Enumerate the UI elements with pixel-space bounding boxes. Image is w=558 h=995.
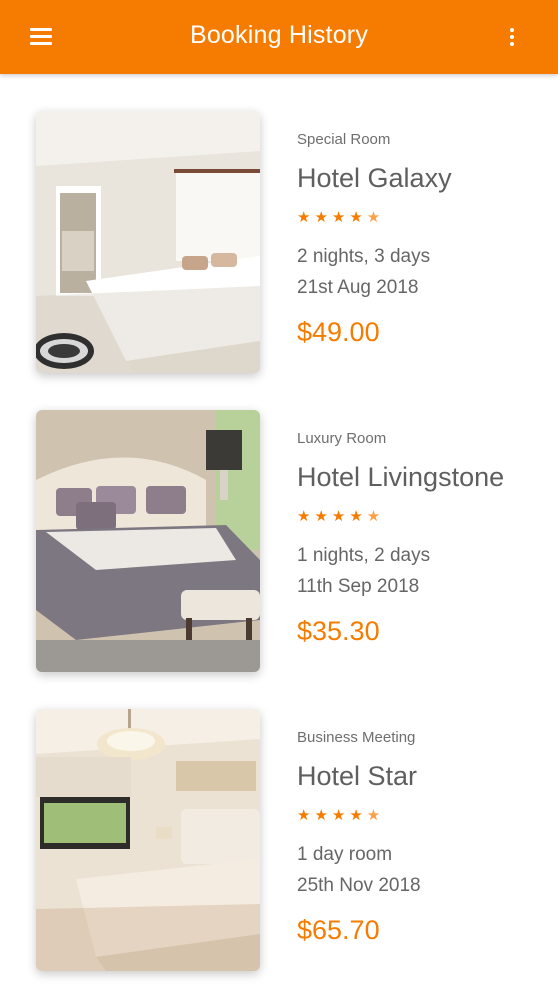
booking-card[interactable]: Luxury Room Hotel Livingstone ★★★★★ 1 ni… <box>0 410 558 672</box>
star-rating: ★★★★★ <box>297 507 384 525</box>
star-icon: ★★★★ <box>297 508 367 525</box>
stay-duration: 2 nights, 3 days <box>297 246 431 267</box>
star-icon: ★★★★ <box>297 209 367 226</box>
more-vertical-icon[interactable] <box>500 24 524 50</box>
page-title: Booking History <box>189 21 369 49</box>
booking-price: $65.70 <box>297 915 380 945</box>
star-rating: ★★★★★ <box>297 806 384 824</box>
booking-price: $35.30 <box>297 616 380 646</box>
room-category: Special Room <box>297 131 391 148</box>
hotel-room-photo <box>36 709 260 971</box>
star-rating: ★★★★★ <box>297 208 384 226</box>
booking-price: $49.00 <box>297 317 380 347</box>
room-category: Luxury Room <box>297 430 387 447</box>
booking-card[interactable]: Business Meeting Hotel Star ★★★★★ 1 day … <box>0 709 558 971</box>
hotel-room-photo <box>36 111 260 373</box>
star-icon: ★★★★ <box>297 807 367 824</box>
booking-date: 21st Aug 2018 <box>297 277 419 298</box>
stay-duration: 1 day room <box>297 844 393 865</box>
hotel-name: Hotel Galaxy <box>297 163 452 193</box>
half-star-icon: ★ <box>366 209 385 226</box>
hotel-name: Hotel Livingstone <box>297 462 505 492</box>
app-bar: Booking History <box>0 0 558 74</box>
booking-card[interactable]: Special Room Hotel Galaxy ★★★★★ 2 nights… <box>0 111 558 373</box>
hotel-room-photo <box>36 410 260 672</box>
booking-date: 11th Sep 2018 <box>297 576 420 597</box>
stay-duration: 1 nights, 2 days <box>297 545 431 566</box>
room-category: Business Meeting <box>297 729 416 746</box>
hotel-name: Hotel Star <box>297 761 418 791</box>
half-star-icon: ★ <box>366 508 385 525</box>
booking-date: 25th Nov 2018 <box>297 875 421 896</box>
half-star-icon: ★ <box>366 807 385 824</box>
